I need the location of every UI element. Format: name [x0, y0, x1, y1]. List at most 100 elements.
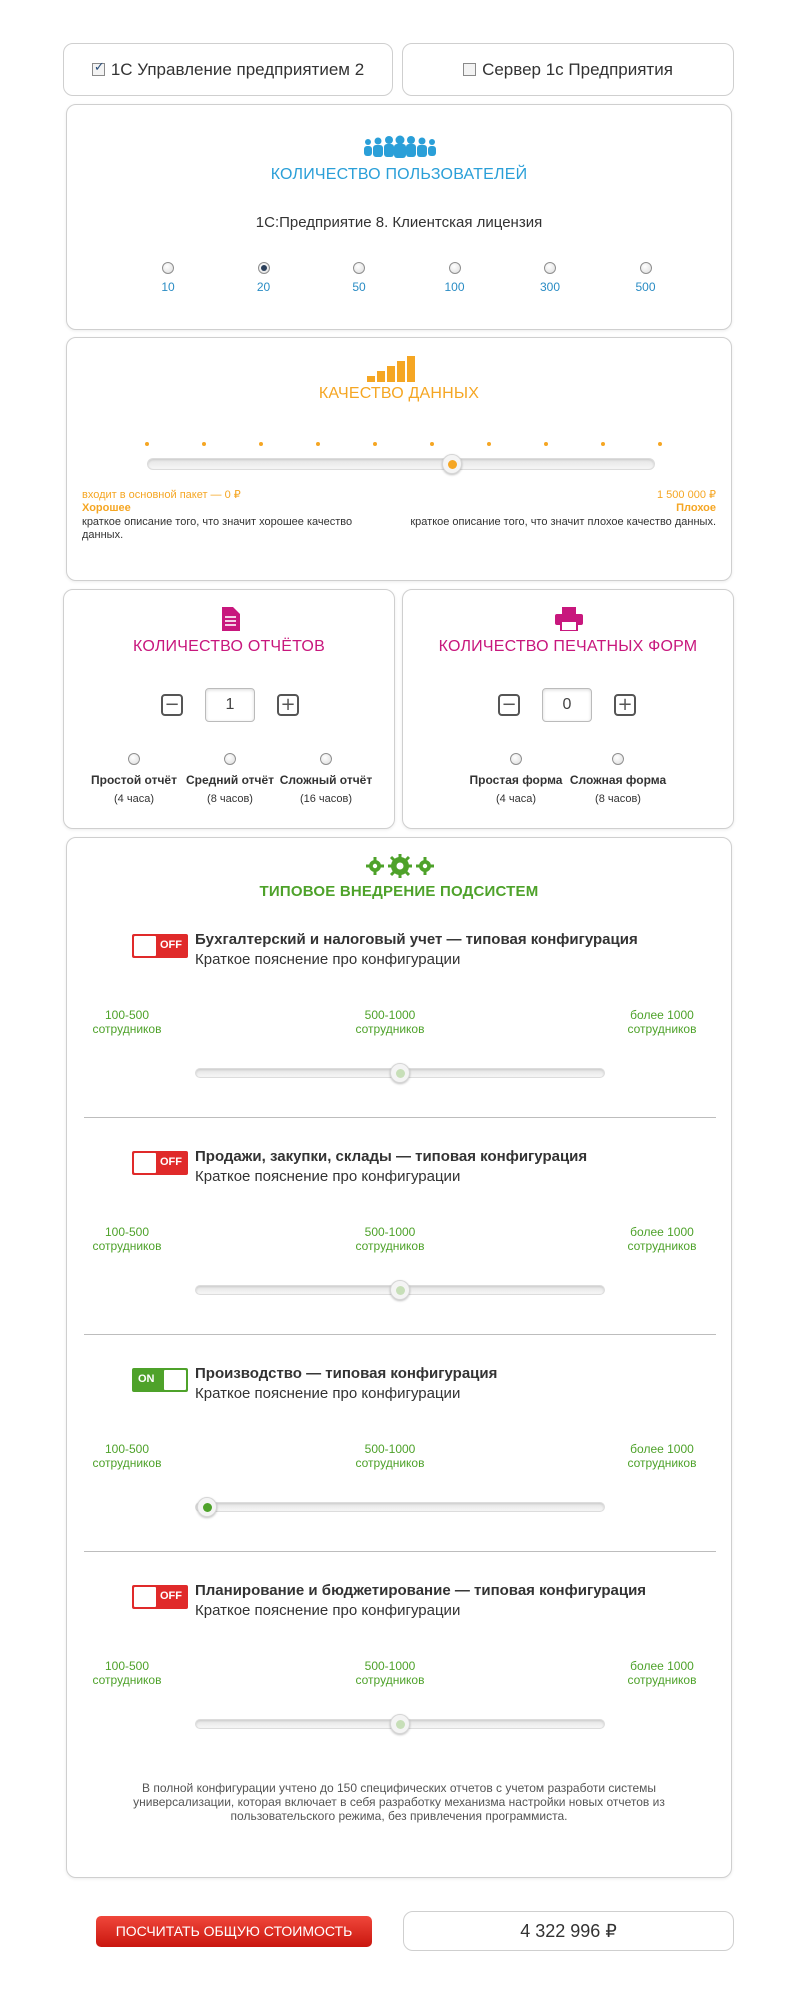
- quality-scale-tick: [145, 442, 149, 446]
- checkbox-1c-server[interactable]: [463, 63, 477, 76]
- toggle-knob: [134, 1153, 156, 1173]
- toggle-knob: [134, 936, 156, 956]
- quality-scale-tick: [202, 442, 206, 446]
- users-option-label: 10: [161, 280, 175, 294]
- gears-icon: [366, 854, 434, 878]
- report-complex-radio[interactable]: [320, 753, 332, 765]
- subsystem-slider-handle[interactable]: [390, 1063, 410, 1083]
- subsystem-range-label: более 1000 сотрудников: [627, 1225, 697, 1253]
- subsystem-range-label: более 1000 сотрудников: [627, 1008, 697, 1036]
- report-medium-radio[interactable]: [224, 753, 236, 765]
- toggle-knob: [134, 1587, 156, 1607]
- tab-1c-server[interactable]: Сервер 1с Предприятия: [402, 43, 734, 96]
- tab-1c-erp[interactable]: 1С Управление предприятием 2: [63, 43, 393, 96]
- subsystems-card: ТИПОВОЕ ВНЕДРЕНИЕ ПОДСИСТЕМ OFF Бухгалтер…: [66, 837, 732, 1878]
- users-option-label: 500: [635, 280, 656, 294]
- subsystem-title: Продажи, закупки, склады — типовая конфи…: [195, 1148, 588, 1165]
- printer-icon: [555, 607, 583, 631]
- subsystem-description: Краткое пояснение про конфигурации: [195, 1602, 461, 1619]
- subsystem-range-label: 500-1000 сотрудников: [355, 1659, 425, 1687]
- calculate-total-button[interactable]: ПОСЧИТАТЬ ОБЩУЮ СТОИМОСТЬ: [96, 1916, 372, 1947]
- subsystem-description: Краткое пояснение про конфигурации: [195, 1385, 461, 1402]
- subsystem-range-label: более 1000 сотрудников: [627, 1659, 697, 1687]
- subsystem-range-label: 100-500 сотрудников: [92, 1008, 162, 1036]
- users-subtitle: 1С:Предприятие 8. Клиентская лицензия: [255, 214, 543, 231]
- slider-handle-dot: [396, 1069, 405, 1078]
- subsystem-slider-handle[interactable]: [390, 1714, 410, 1734]
- subsystem-slider-track[interactable]: [195, 1502, 605, 1512]
- users-option-label: 100: [444, 280, 465, 294]
- quality-scale-tick: [658, 442, 662, 446]
- form-simple-label: Простая форма: [469, 773, 563, 787]
- tab-1c-server-label: Сервер 1с Предприятия: [482, 59, 673, 79]
- quality-slider-handle[interactable]: [441, 454, 462, 474]
- subsystem-slider-handle[interactable]: [390, 1280, 410, 1300]
- users-option-label: 300: [539, 280, 561, 294]
- print-forms-minus-button[interactable]: −: [498, 694, 520, 716]
- form-complex-hours: (8 часов): [595, 793, 641, 805]
- quality-scale-tick: [430, 442, 434, 446]
- subsystem-toggle[interactable]: OFF: [132, 1585, 188, 1609]
- report-medium-label: Средний отчёт: [185, 773, 275, 787]
- report-simple-label: Простой отчёт: [91, 773, 177, 787]
- subsystems-note: В полной конфигурации учтено до 150 спец…: [133, 1781, 665, 1823]
- subsystem-title: Планирование и бюджетирование — типовая …: [195, 1582, 647, 1599]
- subsystem-toggle[interactable]: OFF: [132, 1151, 188, 1175]
- quality-right-desc: краткое описание того, что значит плохое…: [410, 516, 716, 528]
- report-medium-hours: (8 часов): [207, 793, 253, 805]
- print-forms-plus-button[interactable]: +: [614, 694, 636, 716]
- slider-handle-dot: [396, 1720, 405, 1729]
- users-icon: [364, 135, 436, 158]
- quality-card: КАЧЕСТВО ДАННЫХ входит в основной пакет …: [66, 337, 732, 581]
- reports-card: КОЛИЧЕСТВО ОТЧЁТОВ − 1 + Простой отчёт С…: [63, 589, 395, 829]
- quality-slider-track[interactable]: [147, 458, 655, 470]
- subsystem-range-label: более 1000 сотрудников: [627, 1442, 697, 1470]
- quality-scale-tick: [487, 442, 491, 446]
- subsystem-range-label: 500-1000 сотрудников: [355, 1008, 425, 1036]
- subsystem-toggle[interactable]: OFF: [132, 934, 188, 958]
- slider-handle-dot: [203, 1503, 212, 1512]
- document-icon: [222, 607, 240, 631]
- report-complex-label: Сложный отчёт: [279, 773, 373, 787]
- report-complex-hours: (16 часов): [299, 793, 353, 805]
- subsystem-divider: [84, 1551, 716, 1552]
- subsystem-slider-handle[interactable]: [197, 1497, 217, 1517]
- quality-left-label: Хорошее: [82, 502, 131, 514]
- checkbox-1c-erp[interactable]: [91, 60, 105, 76]
- users-option-label: 20: [256, 280, 271, 294]
- users-radio-500[interactable]: [639, 262, 652, 274]
- toggle-state-label: OFF: [160, 1156, 182, 1168]
- users-radio-100[interactable]: [448, 262, 461, 274]
- reports-minus-button[interactable]: −: [161, 694, 183, 716]
- subsystem-divider: [84, 1117, 716, 1118]
- quality-scale-tick: [316, 442, 320, 446]
- users-option-label: 50: [352, 280, 366, 294]
- users-card: КОЛИЧЕСТВО ПОЛЬЗОВАТЕЛЕЙ 1С:Предприятие …: [66, 104, 732, 330]
- form-simple-radio[interactable]: [510, 753, 522, 765]
- quality-scale-tick: [544, 442, 548, 446]
- quality-left-desc: краткое описание того, что значит хороше…: [82, 516, 353, 541]
- quality-scale-tick: [259, 442, 263, 446]
- form-complex-radio[interactable]: [612, 753, 624, 765]
- quality-scale-tick: [601, 442, 605, 446]
- total-price-display: 4 322 996 ₽: [403, 1911, 734, 1951]
- quality-title: КАЧЕСТВО ДАННЫХ: [318, 385, 480, 402]
- subsystem-range-label: 100-500 сотрудников: [92, 1225, 162, 1253]
- users-radio-20[interactable]: [257, 262, 270, 274]
- toggle-knob: [164, 1370, 186, 1390]
- subsystem-divider: [84, 1334, 716, 1335]
- subsystem-range-label: 100-500 сотрудников: [92, 1659, 162, 1687]
- users-radio-50[interactable]: [353, 262, 365, 274]
- users-title: КОЛИЧЕСТВО ПОЛЬЗОВАТЕЛЕЙ: [270, 166, 528, 183]
- report-simple-radio[interactable]: [128, 753, 140, 765]
- print-forms-count-input[interactable]: 0: [542, 688, 592, 722]
- toggle-state-label: ON: [138, 1373, 155, 1385]
- reports-title: КОЛИЧЕСТВО ОТЧЁТОВ: [133, 638, 325, 655]
- subsystem-toggle[interactable]: ON: [132, 1368, 188, 1392]
- quality-scale-tick: [373, 442, 377, 446]
- reports-count-input[interactable]: 1: [205, 688, 255, 722]
- users-radio-10[interactable]: [162, 262, 174, 274]
- reports-plus-button[interactable]: +: [277, 694, 299, 716]
- quality-right-price: 1 500 000 ₽: [657, 489, 716, 501]
- users-radio-300[interactable]: [544, 262, 556, 274]
